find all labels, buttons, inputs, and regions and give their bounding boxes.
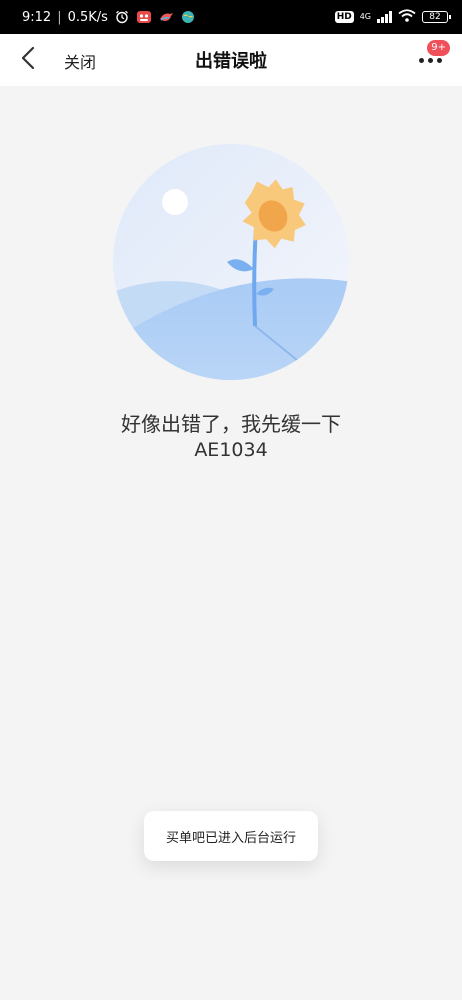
- chevron-left-icon: [21, 46, 35, 74]
- more-dot: [427, 57, 433, 63]
- globe-notification-icon: [180, 10, 196, 24]
- toast-text: 买单吧已进入后台运行: [165, 830, 296, 846]
- status-separator: |: [57, 9, 62, 25]
- wifi-icon: [398, 9, 416, 25]
- close-button[interactable]: 关闭: [64, 49, 96, 73]
- bird-notification-icon: [158, 10, 174, 24]
- status-bar: 9:12 | 0.5K/s HD 4G 82: [0, 0, 462, 34]
- notification-badge: 9+: [427, 40, 450, 56]
- error-illustration: [113, 144, 349, 380]
- error-message: 好像出错了，我先缓一下: [121, 412, 341, 436]
- battery-level: 82: [429, 12, 441, 22]
- signal-icon: [377, 11, 392, 23]
- nav-bar: 关闭 出错误啦 9+: [0, 34, 462, 86]
- toast-message: 买单吧已进入后台运行: [144, 811, 318, 861]
- network-type: 4G: [359, 12, 371, 21]
- battery-icon: 82: [422, 11, 451, 23]
- status-network-speed: 0.5K/s: [67, 9, 108, 25]
- more-dot: [436, 57, 442, 63]
- app-notification-icon: [136, 10, 152, 24]
- status-left: 9:12 | 0.5K/s: [22, 10, 196, 25]
- more-dot: [418, 57, 424, 63]
- status-time: 9:12: [22, 9, 52, 25]
- sunflower-illustration-icon: [113, 144, 349, 380]
- error-code: AE1034: [194, 439, 268, 461]
- hd-badge: HD: [334, 11, 354, 23]
- alarm-icon: [114, 10, 130, 24]
- status-right: HD 4G 82: [334, 9, 451, 25]
- back-button[interactable]: [14, 46, 42, 74]
